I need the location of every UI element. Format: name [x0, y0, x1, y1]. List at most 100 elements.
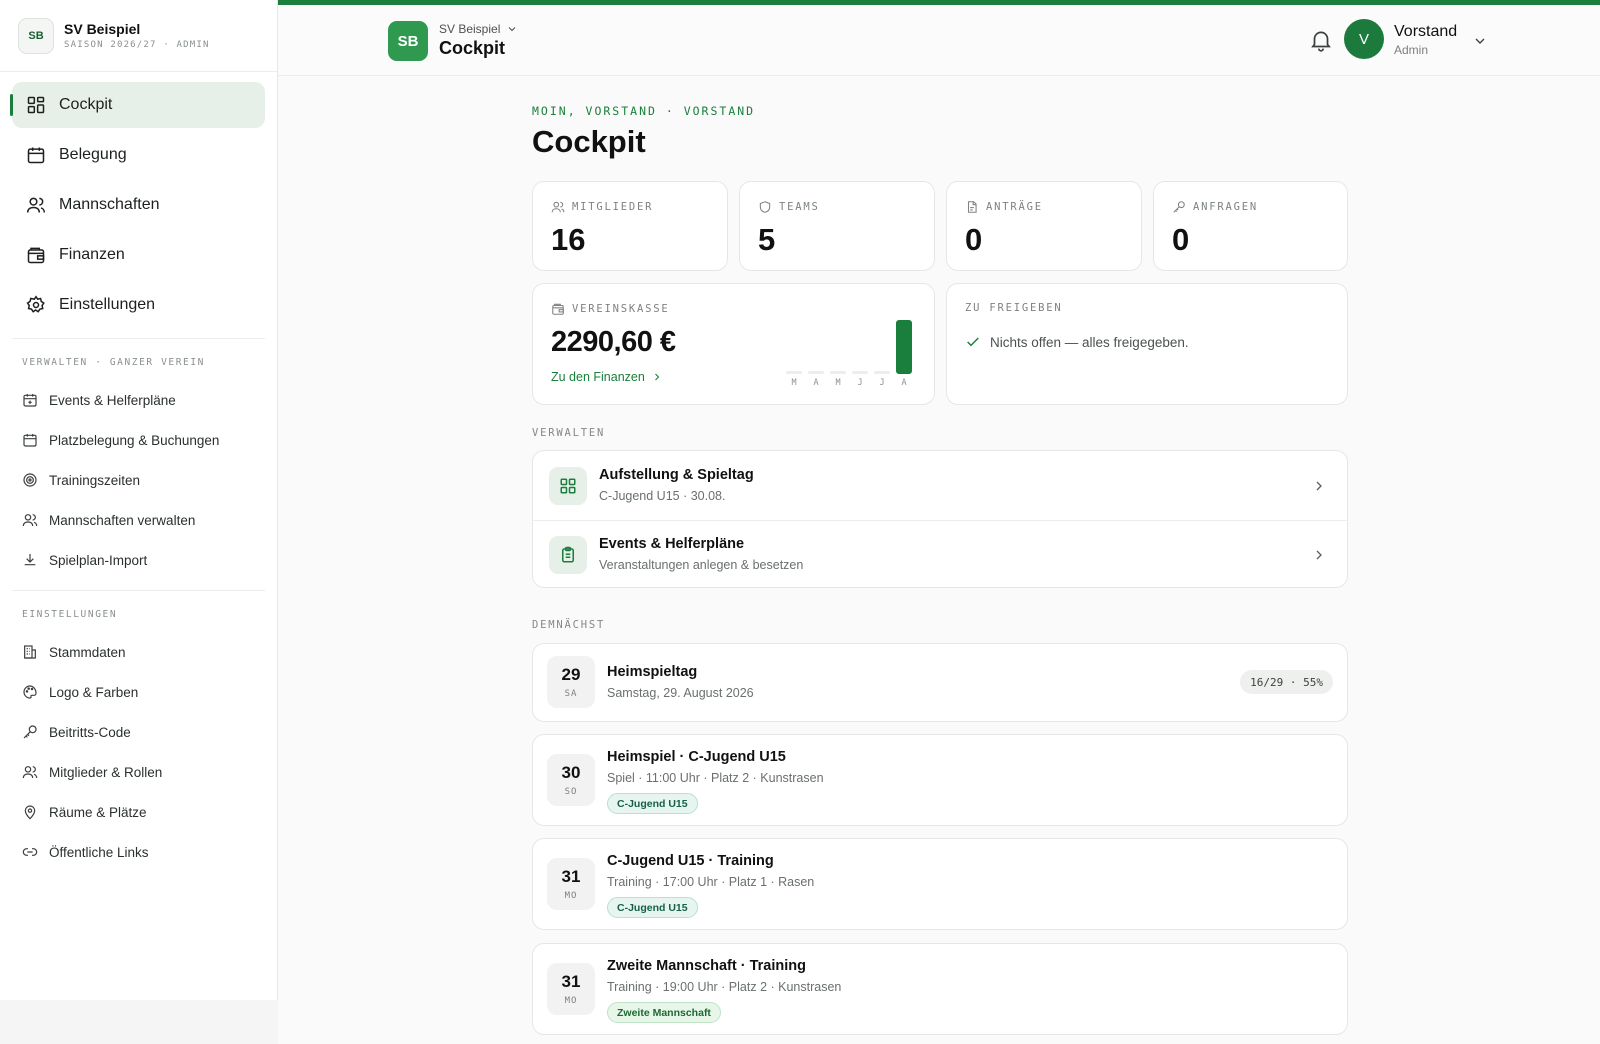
balance-sparkline: MAMJJA	[786, 308, 916, 388]
user-role: Admin	[1394, 43, 1429, 57]
header-club-logo[interactable]: SB	[388, 21, 428, 61]
sidebar-divider	[12, 338, 265, 339]
stat-card-anfragen[interactable]: ANFRAGEN 0	[1153, 181, 1348, 271]
stat-label: MITGLIEDER	[551, 200, 653, 214]
greeting: MOIN, VORSTAND · VORSTAND	[532, 104, 756, 118]
event-card-heimspiel[interactable]: 30 SO Heimspiel · C-Jugend U15 Spiel · 1…	[532, 734, 1348, 826]
kasse-balance: 2290,60 €	[551, 326, 676, 358]
nav-item-finanzen[interactable]: Finanzen	[12, 232, 265, 278]
calendar-plus-icon	[23, 394, 37, 407]
event-weekday: SO	[564, 787, 578, 797]
approval-status-text: Nichts offen — alles freigegeben.	[990, 334, 1189, 350]
main-nav: Cockpit Belegung Mannschaften Finanzen E…	[0, 72, 277, 328]
users-icon	[26, 197, 46, 213]
chevron-down-icon[interactable]	[1472, 33, 1488, 49]
sparkline-month-label: A	[901, 378, 907, 388]
nav-label: Einstellungen	[59, 296, 156, 313]
event-card-training-u15[interactable]: 31 MO C-Jugend U15 · Training Training ·…	[532, 838, 1348, 930]
sidebar-item-oeffentliche-links[interactable]: Öffentliche Links	[0, 832, 277, 872]
nav-item-einstellungen[interactable]: Einstellungen	[12, 282, 265, 328]
manage-item-title: Events & Helferpläne	[599, 536, 745, 552]
sidebar-item-beitritts-code[interactable]: Beitritts-Code	[0, 712, 277, 752]
calendar-icon	[23, 434, 37, 447]
palette-icon	[23, 685, 37, 699]
sidebar-item-trainingszeiten[interactable]: Trainingszeiten	[0, 460, 277, 500]
nav-label: Finanzen	[59, 246, 125, 263]
sidebar-item-label: Platzbelegung & Buchungen	[49, 432, 220, 448]
section-label-settings: EINSTELLUNGEN	[22, 609, 118, 620]
sidebar-item-label: Stammdaten	[49, 644, 126, 660]
helper-progress-badge: 16/29 · 55%	[1240, 670, 1333, 694]
approval-label: ZU FREIGEBEN	[965, 302, 1063, 314]
manage-item-aufstellung[interactable]: Aufstellung & Spieltag C-Jugend U15 · 30…	[533, 451, 1347, 521]
sidebar-item-logo-farben[interactable]: Logo & Farben	[0, 672, 277, 712]
event-date: 31 MO	[547, 963, 595, 1015]
bell-icon[interactable]	[1308, 27, 1334, 53]
event-day: 31	[561, 972, 581, 991]
stat-label: ANFRAGEN	[1172, 200, 1258, 214]
manage-item-subtitle: C-Jugend U15 · 30.08.	[599, 489, 726, 503]
sparkline-month-label: J	[857, 378, 863, 388]
sparkline-bar	[896, 320, 912, 374]
map-pin-icon	[24, 805, 36, 820]
sidebar-item-spielplan-import[interactable]: Spielplan-Import	[0, 540, 277, 580]
wallet-icon	[27, 247, 45, 264]
event-card-training-zweite[interactable]: 31 MO Zweite Mannschaft · Training Train…	[532, 943, 1348, 1035]
event-weekday: MO	[564, 996, 578, 1006]
chevron-right-icon	[654, 373, 660, 381]
event-day: 31	[561, 867, 581, 886]
clipboard-icon	[562, 546, 574, 563]
stat-label-text: ANTRÄGE	[986, 201, 1043, 213]
nav-label: Belegung	[59, 146, 127, 163]
sidebar-item-label: Mannschaften verwalten	[49, 512, 196, 528]
document-icon	[967, 201, 977, 213]
event-card-heimspieltag[interactable]: 29 SA Heimspieltag Samstag, 29. August 2…	[532, 643, 1348, 722]
stat-card-mitglieder[interactable]: MITGLIEDER 16	[532, 181, 728, 271]
sidebar-item-stammdaten[interactable]: Stammdaten	[0, 632, 277, 672]
club-name: SV Beispiel	[64, 21, 141, 37]
chevron-down-icon	[508, 27, 516, 32]
event-day: 30	[561, 763, 581, 782]
sidebar-item-label: Events & Helferpläne	[49, 392, 176, 408]
users-icon	[22, 514, 38, 527]
chevron-right-icon	[1316, 550, 1322, 560]
building-icon	[24, 645, 36, 659]
users-icon	[551, 201, 565, 213]
sparkline-month-label: M	[791, 378, 797, 388]
manage-item-icon-box	[549, 467, 587, 505]
sidebar-item-raeume-plaetze[interactable]: Räume & Plätze	[0, 792, 277, 832]
manage-item-icon-box	[549, 536, 587, 574]
stat-value: 5	[758, 222, 776, 257]
sidebar-item-platzbelegung[interactable]: Platzbelegung & Buchungen	[0, 420, 277, 460]
top-header: SB SV Beispiel Cockpit V Vorstand Admin	[278, 5, 1600, 76]
nav-item-belegung[interactable]: Belegung	[12, 132, 265, 178]
avatar[interactable]: V	[1344, 19, 1384, 59]
event-title: Zweite Mannschaft · Training	[607, 958, 806, 974]
manage-item-title: Aufstellung & Spieltag	[599, 467, 754, 483]
sidebar-item-mitglieder-rollen[interactable]: Mitglieder & Rollen	[0, 752, 277, 792]
header-title: Cockpit	[439, 38, 506, 58]
vereinskasse-card: VEREINSKASSE 2290,60 € Zu den Finanzen M…	[532, 283, 935, 405]
manage-item-events[interactable]: Events & Helferpläne Veranstaltungen anl…	[533, 520, 1347, 587]
user-name[interactable]: Vorstand	[1394, 23, 1457, 41]
event-day: 29	[561, 665, 581, 684]
event-subtitle: Training · 17:00 Uhr · Platz 1 · Rasen	[607, 875, 815, 889]
club-switcher[interactable]: SV Beispiel	[439, 22, 518, 36]
stat-card-teams[interactable]: TEAMS 5	[739, 181, 935, 271]
event-weekday: SA	[564, 689, 578, 699]
section-label-demnaechst: DEMNÄCHST	[532, 619, 606, 631]
event-subtitle: Spiel · 11:00 Uhr · Platz 2 · Kunstrasen	[607, 771, 824, 785]
sparkline-bar	[852, 371, 868, 374]
finanzen-link[interactable]: Zu den Finanzen	[551, 370, 663, 384]
sidebar-item-events[interactable]: Events & Helferpläne	[0, 380, 277, 420]
section-label-manage: VERWALTEN · GANZER VEREIN	[22, 357, 205, 368]
stat-value: 0	[965, 222, 983, 257]
sidebar-item-mannschaften-verwalten[interactable]: Mannschaften verwalten	[0, 500, 277, 540]
nav-item-cockpit[interactable]: Cockpit	[10, 82, 265, 128]
nav-item-mannschaften[interactable]: Mannschaften	[12, 182, 265, 228]
download-icon	[24, 554, 36, 566]
grid-icon	[27, 96, 45, 114]
stat-card-antraege[interactable]: ANTRÄGE 0	[946, 181, 1142, 271]
sidebar-brand[interactable]: SB SV Beispiel SAISON 2026/27 · ADMIN	[0, 0, 277, 72]
sparkline-month-label: A	[813, 378, 819, 388]
